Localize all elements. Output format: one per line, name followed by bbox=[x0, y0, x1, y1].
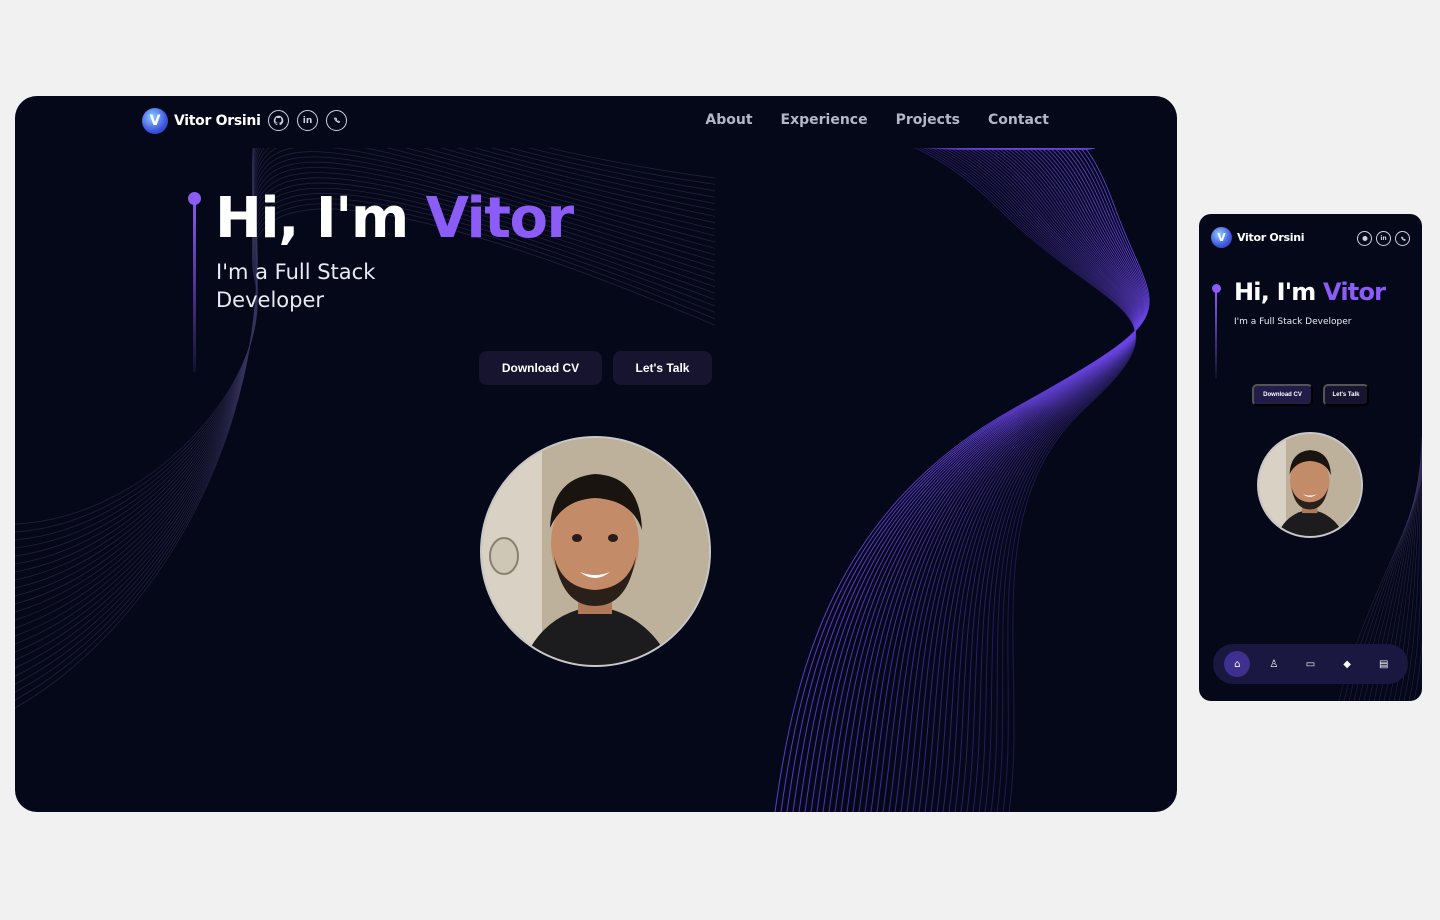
nav-projects[interactable]: Projects bbox=[896, 112, 960, 128]
hero-title-prefix: Hi, I'm bbox=[215, 186, 426, 251]
brand-name: Vitor Orsini bbox=[174, 113, 261, 129]
social-links: in bbox=[268, 110, 347, 131]
logo-icon: V bbox=[142, 108, 168, 134]
mobile-brand[interactable]: V Vitor Orsini bbox=[1211, 227, 1305, 248]
message-icon[interactable]: ▤ bbox=[1371, 651, 1397, 677]
wave-line bbox=[846, 148, 1141, 812]
hero-accent-dot bbox=[1212, 284, 1221, 293]
wave-line bbox=[930, 148, 1137, 812]
profile-portrait-icon bbox=[482, 438, 709, 665]
hero-accent-dot bbox=[188, 192, 201, 205]
logo-icon: V bbox=[1211, 227, 1232, 248]
brand[interactable]: V Vitor Orsini bbox=[142, 108, 261, 134]
whatsapp-icon[interactable] bbox=[1395, 231, 1410, 246]
nav-experience[interactable]: Experience bbox=[781, 112, 868, 128]
mobile-hero-title: Hi, I'm Vitor bbox=[1234, 278, 1386, 306]
hero-title-accent: Vitor bbox=[1323, 278, 1386, 306]
wave-line bbox=[786, 148, 1148, 812]
mobile-social-links: in bbox=[1357, 231, 1410, 246]
hero-accent-line bbox=[193, 194, 196, 372]
hero-accent-line bbox=[1215, 290, 1217, 378]
hero-title-prefix: Hi, I'm bbox=[1234, 278, 1324, 306]
hero-subtitle: I'm a Full Stack Developer bbox=[216, 260, 376, 312]
hero-title-accent: Vitor bbox=[425, 186, 574, 251]
desktop-preview: V Vitor Orsini in About Experience Proje… bbox=[15, 96, 1177, 812]
wave-line bbox=[792, 148, 1147, 812]
hero-title: Hi, I'm Vitor bbox=[215, 184, 574, 254]
mobile-tab-bar: ⌂ ♙ ▭ ◆ ▤ bbox=[1213, 644, 1408, 684]
user-icon[interactable]: ♙ bbox=[1261, 651, 1287, 677]
projects-icon[interactable]: ◆ bbox=[1334, 651, 1360, 677]
download-cv-button[interactable]: Download CV bbox=[479, 351, 602, 385]
wave-line bbox=[894, 148, 1138, 812]
profile-portrait-icon bbox=[1259, 434, 1361, 536]
wave-line bbox=[834, 148, 1142, 812]
mobile-hero-subtitle: I'm a Full Stack Developer bbox=[1234, 317, 1352, 327]
wave-line bbox=[948, 148, 1136, 812]
main-menu: About Experience Projects Contact bbox=[705, 112, 1049, 128]
profile-photo bbox=[1257, 432, 1363, 538]
top-nav: V Vitor Orsini in About Experience Proje… bbox=[15, 96, 1177, 148]
mobile-preview: V Vitor Orsini in Hi, I'm Vitor I'm a Fu… bbox=[1199, 214, 1422, 701]
profile-photo bbox=[480, 436, 711, 667]
github-icon[interactable] bbox=[1357, 231, 1372, 246]
linkedin-icon[interactable]: in bbox=[297, 110, 318, 131]
brand-name: Vitor Orsini bbox=[1237, 231, 1305, 244]
lets-talk-button[interactable]: Let's Talk bbox=[613, 351, 712, 385]
whatsapp-icon[interactable] bbox=[326, 110, 347, 131]
briefcase-icon[interactable]: ▭ bbox=[1297, 651, 1323, 677]
download-cv-button[interactable]: Download CV bbox=[1252, 384, 1313, 406]
linkedin-icon[interactable]: in bbox=[1376, 231, 1391, 246]
nav-contact[interactable]: Contact bbox=[988, 112, 1049, 128]
lets-talk-button[interactable]: Let's Talk bbox=[1323, 384, 1369, 406]
home-icon[interactable]: ⌂ bbox=[1224, 651, 1251, 677]
github-icon[interactable] bbox=[268, 110, 289, 131]
nav-about[interactable]: About bbox=[705, 112, 752, 128]
